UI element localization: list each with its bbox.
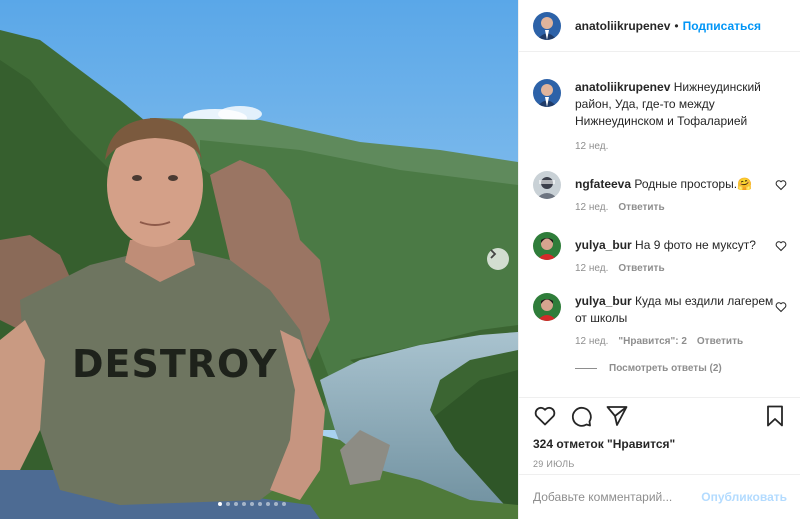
carousel-dot [274, 502, 278, 506]
carousel-dot [218, 502, 222, 506]
comment-item: ngfateeva Родные просторы.🤗 12 нед. Отве… [533, 171, 787, 213]
heart-icon[interactable] [775, 179, 787, 191]
publish-button[interactable]: Опубликовать [701, 490, 787, 504]
comment-input[interactable] [533, 490, 702, 504]
add-comment-bar: Опубликовать [519, 474, 800, 519]
post-actions: 324 отметок "Нравится" 29 ИЮЛЬ [519, 397, 800, 469]
view-replies-button[interactable]: Посмотреть ответы (2) [575, 363, 787, 374]
comment-likes-count[interactable]: "Нравится": 2 [618, 336, 687, 347]
bookmark-icon[interactable] [763, 404, 787, 428]
commenter-avatar[interactable] [533, 232, 561, 260]
header-separator: • [674, 18, 679, 33]
post-date[interactable]: 29 ИЮЛЬ [533, 459, 787, 469]
comment-username[interactable]: yulya_bur [575, 294, 632, 308]
carousel-dot [250, 502, 254, 506]
follow-button[interactable]: Подписаться [683, 19, 761, 33]
likes-count[interactable]: 324 отметок "Нравится" [533, 437, 787, 451]
comment-time[interactable]: 12 нед. [575, 263, 608, 274]
chevron-right-icon [490, 249, 497, 259]
caption-avatar[interactable] [533, 79, 561, 107]
replies-divider [575, 368, 597, 369]
comment-text: ngfateeva Родные просторы.🤗 [575, 176, 775, 193]
share-icon[interactable] [605, 404, 629, 428]
carousel-dot [242, 502, 246, 506]
author-username[interactable]: anatoliikrupenev [575, 19, 670, 33]
carousel-dot [234, 502, 238, 506]
carousel-next-button[interactable] [487, 248, 509, 270]
heart-icon[interactable] [533, 404, 557, 428]
caption-text: anatoliikrupenev Нижнеудинский район, Уд… [575, 79, 787, 130]
comment-time[interactable]: 12 нед. [575, 202, 608, 213]
caption-time[interactable]: 12 нед. [575, 141, 608, 152]
comment-icon[interactable] [569, 404, 593, 428]
carousel-dot [226, 502, 230, 506]
reply-button[interactable]: Ответить [618, 202, 664, 213]
comment-time[interactable]: 12 нед. [575, 336, 608, 347]
reply-button[interactable]: Ответить [618, 263, 664, 274]
view-replies-label: Посмотреть ответы (2) [609, 363, 722, 374]
commenter-avatar[interactable] [533, 293, 561, 321]
heart-icon[interactable] [775, 240, 787, 252]
comment-body: Родные просторы.🤗 [634, 177, 752, 191]
shirt-print: DESTROY [72, 342, 278, 386]
caption: anatoliikrupenev Нижнеудинский район, Уд… [533, 79, 787, 152]
carousel-dot [266, 502, 270, 506]
comment-text: yulya_bur Куда мы ездили лагерем от школ… [575, 293, 775, 327]
post-side-panel: anatoliikrupenev • Подписаться anatoliik… [518, 0, 800, 519]
landscape-image [0, 0, 518, 519]
comment-item: yulya_bur На 9 фото не муксут? 12 нед. О… [533, 232, 787, 274]
post-photo[interactable]: DESTROY [0, 0, 518, 519]
carousel-dot [282, 502, 286, 506]
reply-button[interactable]: Ответить [697, 336, 743, 347]
post-header: anatoliikrupenev • Подписаться [519, 0, 800, 52]
comments-list[interactable]: anatoliikrupenev Нижнеудинский район, Уд… [519, 53, 800, 397]
comment-username[interactable]: ngfateeva [575, 177, 631, 191]
comment-item: yulya_bur Куда мы ездили лагерем от школ… [533, 293, 787, 347]
carousel-dot [258, 502, 262, 506]
comment-text: yulya_bur На 9 фото не муксут? [575, 237, 775, 254]
heart-icon[interactable] [775, 301, 787, 313]
comment-username[interactable]: yulya_bur [575, 238, 632, 252]
comment-body: На 9 фото не муксут? [635, 238, 756, 252]
caption-username[interactable]: anatoliikrupenev [575, 80, 670, 94]
carousel-indicator [218, 502, 286, 506]
author-avatar[interactable] [533, 11, 561, 40]
commenter-avatar[interactable] [533, 171, 561, 199]
